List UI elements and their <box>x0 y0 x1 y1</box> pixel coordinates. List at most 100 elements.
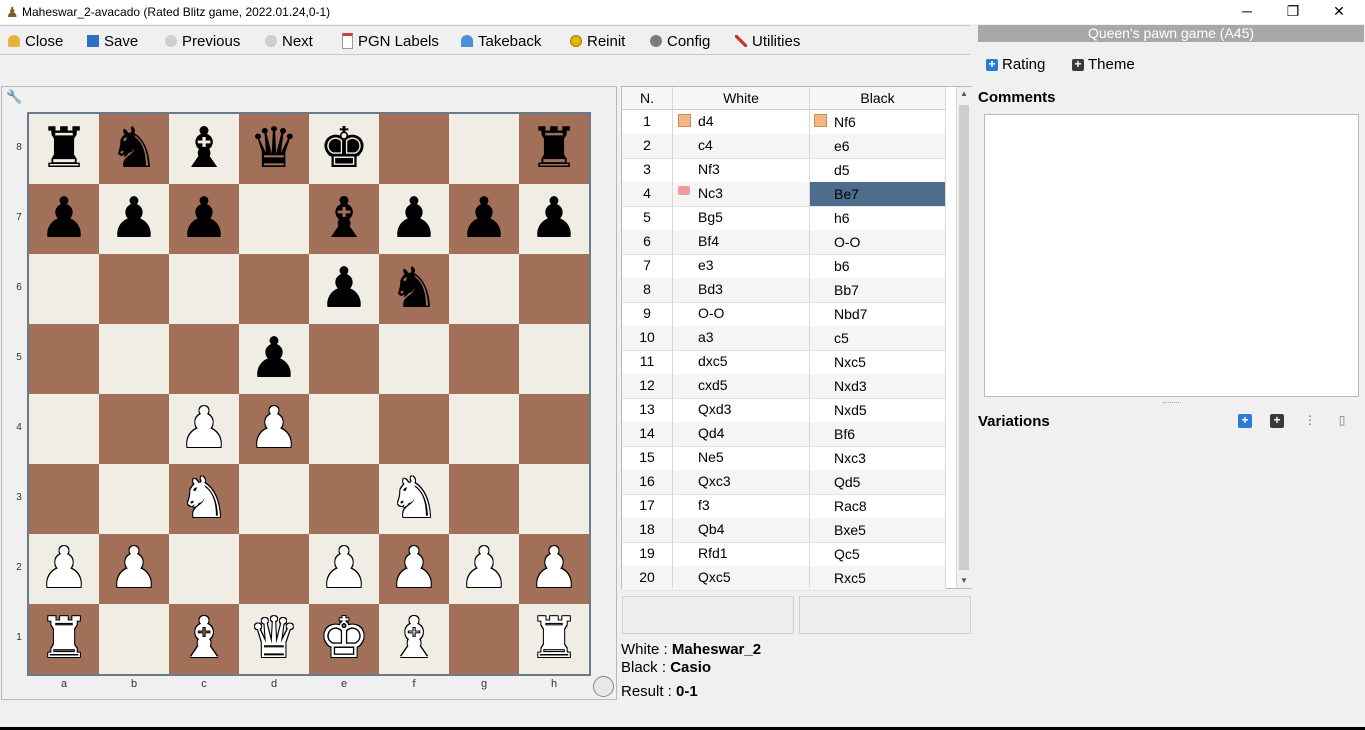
panel-splitter[interactable] <box>1163 402 1181 405</box>
wrench-icon[interactable]: 🔧 <box>6 89 22 105</box>
square-d3[interactable] <box>239 464 309 534</box>
square-e8[interactable]: ♚ <box>309 114 379 184</box>
black-move[interactable]: Bf6 <box>810 422 946 446</box>
square-c7[interactable]: ♟ <box>169 184 239 254</box>
black-rook-icon[interactable]: ♜ <box>529 114 579 184</box>
white-bishop-icon[interactable]: ♝ <box>389 604 439 674</box>
square-g2[interactable]: ♟ <box>449 534 519 604</box>
square-d4[interactable]: ♟ <box>239 394 309 464</box>
pgn-labels-button[interactable]: PGN Labels <box>342 32 439 50</box>
square-b4[interactable] <box>99 394 169 464</box>
square-c3[interactable]: ♞ <box>169 464 239 534</box>
black-pawn-icon[interactable]: ♟ <box>179 184 229 254</box>
square-h8[interactable]: ♜ <box>519 114 589 184</box>
white-king-icon[interactable]: ♚ <box>319 604 369 674</box>
scroll-down-icon[interactable]: ▼ <box>960 576 968 585</box>
square-c8[interactable]: ♝ <box>169 114 239 184</box>
square-a4[interactable] <box>29 394 99 464</box>
black-pawn-icon[interactable]: ♟ <box>249 324 299 394</box>
square-e5[interactable] <box>309 324 379 394</box>
square-b6[interactable] <box>99 254 169 324</box>
square-a3[interactable] <box>29 464 99 534</box>
square-e4[interactable] <box>309 394 379 464</box>
square-d1[interactable]: ♛ <box>239 604 309 674</box>
square-e1[interactable]: ♚ <box>309 604 379 674</box>
square-d2[interactable] <box>239 534 309 604</box>
square-d6[interactable] <box>239 254 309 324</box>
square-g7[interactable]: ♟ <box>449 184 519 254</box>
white-pawn-icon[interactable]: ♟ <box>319 534 369 604</box>
square-g4[interactable] <box>449 394 519 464</box>
rating-button[interactable]: + Rating <box>986 56 1045 73</box>
square-a8[interactable]: ♜ <box>29 114 99 184</box>
black-knight-icon[interactable]: ♞ <box>109 114 159 184</box>
square-f5[interactable] <box>379 324 449 394</box>
white-pawn-icon[interactable]: ♟ <box>109 534 159 604</box>
comments-textarea[interactable] <box>984 114 1359 397</box>
black-move[interactable]: Nxc5 <box>810 350 946 374</box>
white-pawn-icon[interactable]: ♟ <box>389 534 439 604</box>
black-move[interactable]: O-O <box>810 230 946 254</box>
square-d8[interactable]: ♛ <box>239 114 309 184</box>
white-rook-icon[interactable]: ♜ <box>39 604 89 674</box>
black-move[interactable]: Nxd5 <box>810 398 946 422</box>
utilities-button[interactable]: Utilities <box>735 32 800 50</box>
square-f2[interactable]: ♟ <box>379 534 449 604</box>
square-g6[interactable] <box>449 254 519 324</box>
square-d5[interactable]: ♟ <box>239 324 309 394</box>
square-e6[interactable]: ♟ <box>309 254 379 324</box>
black-bishop-icon[interactable]: ♝ <box>179 114 229 184</box>
black-pawn-icon[interactable]: ♟ <box>109 184 159 254</box>
config-button[interactable]: Config <box>650 32 710 50</box>
square-e7[interactable]: ♝ <box>309 184 379 254</box>
black-rook-icon[interactable]: ♜ <box>39 114 89 184</box>
black-move[interactable]: h6 <box>810 206 946 230</box>
black-bishop-icon[interactable]: ♝ <box>319 184 369 254</box>
black-move[interactable]: Bxe5 <box>810 518 946 542</box>
chess-board[interactable]: ♜ ♞ ♝ ♛ ♚ ♜ ♟ ♟ ♟ ♝ ♟ ♟ ♟ ♟ ♞ ♟ ♟ ♟ ♞ ♞ ♟ ♟ ♟ ♟ ♟ ♟ ♜ ♝ ♛ ♚ ♝ ♜ <box>27 112 591 676</box>
white-knight-icon[interactable]: ♞ <box>389 464 439 534</box>
white-pawn-icon[interactable]: ♟ <box>179 394 229 464</box>
square-c2[interactable] <box>169 534 239 604</box>
square-c5[interactable] <box>169 324 239 394</box>
square-e2[interactable]: ♟ <box>309 534 379 604</box>
square-d7[interactable] <box>239 184 309 254</box>
square-h2[interactable]: ♟ <box>519 534 589 604</box>
white-rook-icon[interactable]: ♜ <box>529 604 579 674</box>
square-a1[interactable]: ♜ <box>29 604 99 674</box>
square-a5[interactable] <box>29 324 99 394</box>
white-bishop-icon[interactable]: ♝ <box>179 604 229 674</box>
square-b3[interactable] <box>99 464 169 534</box>
move-list-scrollbar[interactable]: ▲ ▼ <box>956 87 972 588</box>
square-g1[interactable] <box>449 604 519 674</box>
square-c4[interactable]: ♟ <box>169 394 239 464</box>
black-move[interactable]: Be7 <box>810 182 946 206</box>
square-f7[interactable]: ♟ <box>379 184 449 254</box>
black-move[interactable]: Qd5 <box>810 470 946 494</box>
black-move[interactable]: b6 <box>810 254 946 278</box>
square-h1[interactable]: ♜ <box>519 604 589 674</box>
black-move[interactable]: Nbd7 <box>810 302 946 326</box>
square-a7[interactable]: ♟ <box>29 184 99 254</box>
black-pawn-icon[interactable]: ♟ <box>459 184 509 254</box>
restore-button[interactable]: ❐ <box>1270 0 1316 24</box>
takeback-button[interactable]: Takeback <box>461 32 541 50</box>
square-h4[interactable] <box>519 394 589 464</box>
black-move[interactable]: Nxd3 <box>810 374 946 398</box>
black-pawn-icon[interactable]: ♟ <box>319 254 369 324</box>
reinit-button[interactable]: Reinit <box>570 32 625 50</box>
square-f8[interactable] <box>379 114 449 184</box>
previous-button[interactable]: Previous <box>165 32 240 50</box>
close-window-button[interactable]: ✕ <box>1316 0 1362 24</box>
close-button[interactable]: Close <box>8 32 63 50</box>
square-a6[interactable] <box>29 254 99 324</box>
black-move[interactable]: d5 <box>810 158 946 182</box>
white-pawn-icon[interactable]: ♟ <box>529 534 579 604</box>
minimize-button[interactable]: ─ <box>1224 0 1270 24</box>
scroll-thumb[interactable] <box>959 105 969 570</box>
square-h3[interactable] <box>519 464 589 534</box>
black-move[interactable]: Qc5 <box>810 542 946 566</box>
square-e3[interactable] <box>309 464 379 534</box>
square-h5[interactable] <box>519 324 589 394</box>
square-c6[interactable] <box>169 254 239 324</box>
